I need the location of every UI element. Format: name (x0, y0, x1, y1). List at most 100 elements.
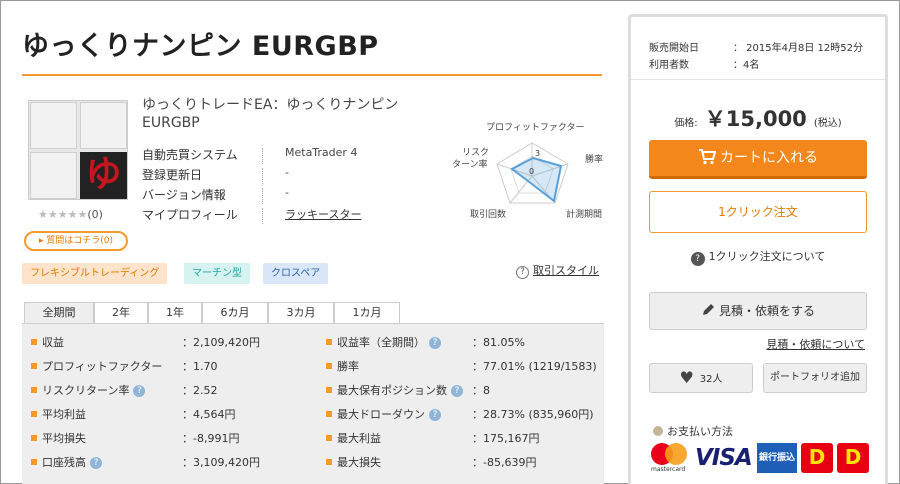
stats-row: プロフィットファクター ：1.70 勝率 ：77.01% (1219/1583) (22, 354, 604, 378)
help-icon[interactable]: ? (90, 457, 102, 469)
info-separator (262, 148, 263, 164)
help-icon[interactable]: ? (429, 337, 441, 349)
bullet-icon (31, 411, 37, 417)
stat-label: リスクリターン率? (42, 382, 146, 398)
tab-all[interactable]: 全期間 (24, 302, 94, 324)
stat-value: ：4,564円 (182, 408, 236, 421)
tag-cross-pair[interactable]: クロスペア (263, 263, 329, 284)
stats-row: 平均損失 ：-8,991円 最大利益 ：175,167円 (22, 426, 604, 450)
info-row: 登録更新日 - (142, 166, 402, 186)
tab-6m[interactable]: 6カ月 (202, 302, 268, 324)
stat-label: 収益率（全期間）? (337, 334, 441, 350)
info-separator (262, 188, 263, 204)
price-label: 価格: (674, 118, 698, 129)
stat-item: 収益 ：2,109,420円 (22, 330, 312, 354)
stat-label-text: リスクリターン率 (42, 384, 130, 397)
heart-icon: ♥ (679, 368, 694, 387)
question-button[interactable]: ▸ 質問はコチラ(0) (24, 231, 128, 251)
favorite-button[interactable]: ♥ 32人 (649, 363, 753, 393)
info-value: - (285, 166, 289, 179)
title-divider (22, 74, 602, 76)
info-separator (262, 208, 263, 224)
stat-label: 最大損失 (337, 454, 381, 470)
tag-martingale[interactable]: マーチン型 (184, 263, 250, 284)
bullet-icon (653, 426, 663, 436)
trading-style-link[interactable]: ? 取引スタイル (516, 262, 599, 279)
tab-1m[interactable]: 1カ月 (334, 302, 400, 324)
sale-start: 販売開始日 ： 2015年4月8日 12時52分 (649, 39, 863, 54)
stat-label-text: 勝率 (337, 360, 359, 373)
rating: ★★★★★(0) (38, 208, 103, 221)
help-icon[interactable]: ? (451, 385, 463, 397)
stat-label: 平均損失 (42, 430, 86, 446)
stat-label-text: 最大保有ポジション数 (337, 384, 447, 397)
radar-label-left-2: ターン率 (452, 160, 488, 170)
product-info: 自動売買システム MetaTrader 4 登録更新日 - バージョン情報 - … (142, 146, 402, 226)
stat-item: 最大保有ポジション数? ：8 (317, 378, 607, 402)
bullet-icon (326, 363, 332, 369)
stat-label: 最大利益 (337, 430, 381, 446)
pen-icon (701, 295, 715, 331)
favorite-count: 32人 (699, 374, 723, 385)
user-count-label: 利用者数 (649, 60, 689, 71)
user-count: 利用者数 ：4名 (649, 56, 759, 71)
stats-row: 平均利益 ：4,564円 最大ドローダウン? ：28.73% (835,960円) (22, 402, 604, 426)
d-payment-logo: D (801, 443, 833, 473)
rating-stars: ★★★★★ (38, 208, 88, 221)
one-click-about-link[interactable]: ? 1クリック注文について (631, 248, 885, 266)
stat-label-text: 収益率（全期間） (337, 336, 425, 349)
info-value: - (285, 186, 289, 199)
bullet-icon (31, 435, 37, 441)
stats-row: 収益 ：2,109,420円 収益率（全期間）? ：81.05% (22, 330, 604, 354)
stat-value: ：2,109,420円 (182, 336, 260, 349)
estimate-request-button[interactable]: 見積・依頼をする (649, 292, 867, 330)
period-tabs: 全期間 2年 1年 6カ月 3カ月 1カ月 (22, 302, 604, 324)
info-label: バージョン情報 (142, 188, 226, 202)
radar-label-left-1: リスク (462, 148, 490, 158)
estimate-label: 見積・依頼をする (718, 304, 815, 318)
stat-label-text: 最大損失 (337, 456, 381, 469)
trading-style-label: 取引スタイル (533, 264, 599, 277)
info-separator (262, 168, 263, 184)
user-count-value: ：4名 (733, 60, 760, 71)
tax-label: (税込) (813, 118, 842, 129)
tab-3m[interactable]: 3カ月 (268, 302, 334, 324)
product-thumbnail[interactable]: ゆ (28, 100, 128, 200)
bullet-icon (31, 363, 37, 369)
stat-label-text: 収益 (42, 336, 64, 349)
bullet-icon (326, 435, 332, 441)
add-to-cart-button[interactable]: カートに入れる (649, 140, 867, 179)
stat-value: ：175,167円 (472, 432, 540, 445)
stat-value: ：77.01% (1219/1583) (472, 360, 597, 373)
help-icon[interactable]: ? (133, 385, 146, 397)
stat-label-text: 最大ドローダウン (337, 408, 425, 421)
stat-label-text: 口座残高 (42, 456, 86, 469)
bullet-icon (326, 339, 332, 345)
stat-label: プロフィットファクター (42, 358, 162, 374)
tag-flexible[interactable]: フレキシブルトレーディング (22, 263, 168, 284)
price: 価格: ￥15,000 (税込) (631, 103, 885, 133)
stat-item: リスクリターン率? ：2.52 (22, 378, 312, 402)
visa-logo: VISA (695, 445, 753, 471)
info-row: バージョン情報 - (142, 186, 402, 206)
add-portfolio-button[interactable]: ポートフォリオ追加 (763, 363, 867, 393)
stat-value: ：-85,639円 (472, 456, 537, 469)
info-row: マイプロフィール ラッキースター (142, 206, 402, 226)
stat-item: 最大損失 ：-85,639円 (317, 450, 607, 474)
info-label: 自動売買システム (142, 148, 238, 162)
rating-count: (0) (87, 208, 103, 221)
estimate-about-link[interactable]: 見積・依頼について (766, 336, 865, 352)
tab-1y[interactable]: 1年 (148, 302, 202, 324)
stat-label: 口座残高? (42, 454, 102, 470)
tab-2y[interactable]: 2年 (94, 302, 148, 324)
payment-methods-title: お支払い方法 (653, 423, 733, 439)
profile-link[interactable]: ラッキースター (285, 206, 361, 222)
stat-item: 口座残高? ：3,109,420円 (22, 450, 312, 474)
bullet-icon (326, 459, 332, 465)
stat-item: 平均損失 ：-8,991円 (22, 426, 312, 450)
help-icon[interactable]: ? (429, 409, 441, 421)
radar-scale-label: 0 (529, 167, 534, 176)
stat-value: ：28.73% (835,960円) (472, 408, 594, 421)
stat-item: 収益率（全期間）? ：81.05% (317, 330, 607, 354)
one-click-order-button[interactable]: 1クリック注文 (649, 191, 867, 233)
